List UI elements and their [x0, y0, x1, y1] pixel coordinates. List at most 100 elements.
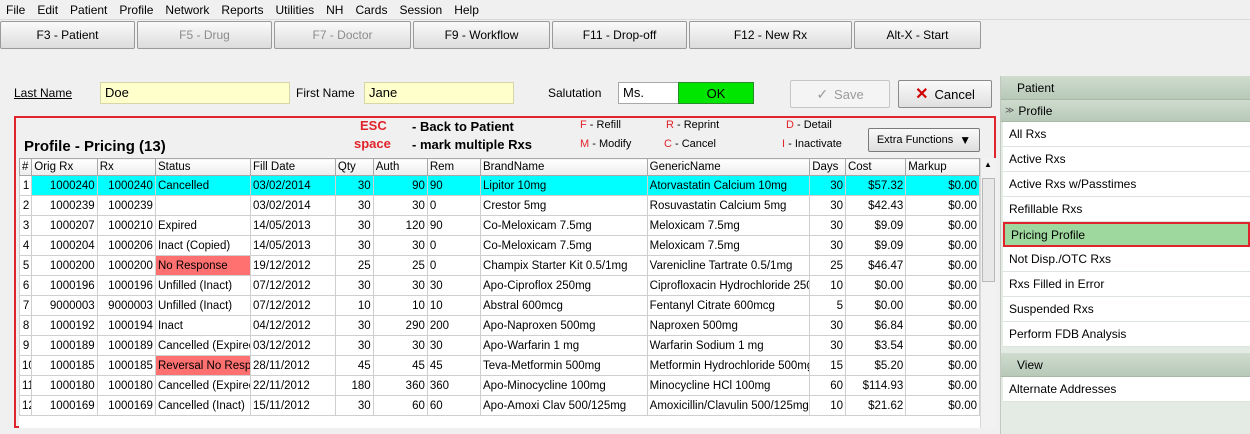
table-cell: 1000189 [96, 335, 156, 356]
menu-reports[interactable]: Reports [221, 3, 263, 17]
sidebar-item-alternate-addresses[interactable]: Alternate Addresses [1003, 377, 1250, 402]
collapse-icon: ≫ [1005, 105, 1015, 115]
col-qty[interactable]: Qty [334, 158, 374, 176]
workflow-button[interactable]: F9 - Workflow [413, 21, 550, 49]
table-cell: 9000003 [96, 295, 156, 316]
cancel-button[interactable]: ✕ Cancel [898, 80, 992, 108]
table-cell: Atorvastatin Calcium 10mg [646, 175, 811, 196]
menu-file[interactable]: File [6, 3, 25, 17]
drug-button[interactable]: F5 - Drug [137, 21, 272, 49]
table-row[interactable]: 9 1000189 1000189 Cancelled (Expired) 03/12/… [19, 335, 980, 356]
col-num[interactable]: # [19, 158, 33, 176]
menu-edit[interactable]: Edit [37, 3, 58, 17]
table-cell: 360 [426, 375, 482, 396]
menu-patient[interactable]: Patient [70, 3, 107, 17]
table-cell: 360 [372, 375, 428, 396]
drop-off-button[interactable]: F11 - Drop-off [552, 21, 687, 49]
last-name-field[interactable]: Doe [100, 82, 290, 104]
sidebar-item-pricing-profile[interactable]: Pricing Profile [1003, 222, 1250, 247]
table-cell: $0.00 [905, 375, 980, 396]
table-row[interactable]: 4 1000204 1000206 Inact (Copied) 14/05/2013 3… [19, 235, 980, 256]
new-rx-button[interactable]: F12 - New Rx [689, 21, 852, 49]
table-cell: $42.43 [844, 195, 907, 216]
table-cell: Expired [154, 215, 252, 236]
sidebar-view-header[interactable]: View [1001, 353, 1250, 377]
table-cell: 2 [19, 195, 33, 216]
extra-functions-button[interactable]: Extra Functions ▼ [868, 128, 980, 152]
table-row[interactable]: 1110001801000180Cancelled (Expired)22/11… [19, 375, 980, 396]
col-rx[interactable]: Rx [96, 158, 156, 176]
header-fields: Last Name Doe First Name Jane Salutation… [14, 81, 706, 105]
save-button[interactable]: ✓ Save [790, 80, 890, 108]
table-row[interactable]: 1010001851000185Reversal No Response28/1… [19, 355, 980, 376]
table-row[interactable]: 8 1000192 1000194 Inact 04/12/2012 30 290 200 Ap… [19, 315, 980, 336]
table-cell: $9.09 [844, 215, 907, 236]
doctor-button[interactable]: F7 - Doctor [274, 21, 411, 49]
table-cell: Ciprofloxacin Hydrochloride 250mg [646, 275, 811, 296]
table-cell: 10 [334, 295, 374, 316]
menu-network[interactable]: Network [165, 3, 209, 17]
scrollbar-thumb[interactable] [982, 178, 995, 282]
table-cell: 180 [334, 375, 374, 396]
table-cell: Unfilled (Inact) [154, 295, 252, 316]
table-cell: Minocycline HCl 100mg [646, 375, 811, 396]
sidebar-item-all-rxs[interactable]: All Rxs [1003, 122, 1250, 147]
table-cell: 1000239 [96, 195, 156, 216]
start-button[interactable]: Alt-X - Start [854, 21, 981, 49]
col-cost[interactable]: Cost [844, 158, 907, 176]
sidebar-item-suspended-rxs[interactable]: Suspended Rxs [1003, 297, 1250, 322]
menu-help[interactable]: Help [454, 3, 479, 17]
table-cell: 30 [809, 335, 846, 356]
patient-button[interactable]: F3 - Patient [0, 21, 135, 49]
col-status[interactable]: Status [154, 158, 252, 176]
table-row[interactable]: 6 1000196 1000196 Unfilled (Inact) 07/12/201… [19, 275, 980, 296]
sidebar-patient-header[interactable]: Patient [1001, 76, 1250, 100]
sidebar-item-active-rxs[interactable]: Active Rxs [1003, 147, 1250, 172]
sidebar-item-filled-in-error[interactable]: Rxs Filled in Error [1003, 272, 1250, 297]
sidebar-item-refillable-rxs[interactable]: Refillable Rxs [1003, 197, 1250, 222]
col-fill-date[interactable]: Fill Date [250, 158, 336, 176]
menu-utilities[interactable]: Utilities [275, 3, 314, 17]
table-cell: 90 [372, 175, 428, 196]
col-auth[interactable]: Auth [372, 158, 428, 176]
ok-button[interactable]: OK [678, 82, 754, 104]
table-row[interactable]: 3 1000207 1000210 Expired 14/05/2013 30 120 90 C… [19, 215, 980, 236]
menu-profile[interactable]: Profile [119, 3, 153, 17]
table-cell: 1000206 [96, 235, 156, 256]
table-cell: 25 [334, 255, 374, 276]
sidebar-item-fdb-analysis[interactable]: Perform FDB Analysis [1003, 322, 1250, 347]
col-orig-rx[interactable]: Orig Rx [31, 158, 98, 176]
sidebar-item-not-disp-otc[interactable]: Not Disp./OTC Rxs [1003, 247, 1250, 272]
table-cell: $0.00 [905, 215, 980, 236]
first-name-field[interactable]: Jane [364, 82, 514, 104]
table-cell: 30 [426, 335, 482, 356]
table-body: 1 1000240 1000240 Cancelled 03/02/2014 30 90 90… [19, 175, 980, 416]
menu-nh[interactable]: NH [326, 3, 343, 17]
col-generic-name[interactable]: GenericName [646, 158, 811, 176]
table-cell: 04/12/2012 [250, 315, 336, 336]
scroll-up-icon[interactable]: ▲ [984, 160, 992, 169]
table-row[interactable]: 2 1000239 1000239 03/02/2014 30 30 0 Crestor 5m… [19, 195, 980, 216]
col-markup[interactable]: Markup [905, 158, 980, 176]
table-row[interactable]: 1210001691000169Cancelled (Inact)15/11/2… [19, 395, 980, 416]
vertical-scrollbar[interactable]: ▲ [980, 158, 996, 428]
table-row[interactable]: 1 1000240 1000240 Cancelled 03/02/2014 30 90 90… [19, 175, 980, 196]
table-cell: 30 [809, 195, 846, 216]
table-cell: 1000185 [96, 355, 156, 376]
table-row[interactable]: 5 1000200 1000200 No Response 19/12/2012 25 25… [19, 255, 980, 276]
sidebar-profile-header[interactable]: ≫ Profile [1001, 100, 1250, 122]
table-row[interactable]: 7 9000003 9000003 Unfilled (Inact) 07/12/201… [19, 295, 980, 316]
save-label: Save [834, 86, 864, 102]
table-cell: 45 [334, 355, 374, 376]
col-rem[interactable]: Rem [426, 158, 482, 176]
col-days[interactable]: Days [809, 158, 846, 176]
menu-session[interactable]: Session [399, 3, 442, 17]
table-cell: Abstral 600mcg [480, 295, 648, 316]
col-brand-name[interactable]: BrandName [480, 158, 648, 176]
table-cell: 5 [19, 255, 33, 276]
profile-header-label: Profile [1018, 103, 1053, 118]
menu-cards[interactable]: Cards [355, 3, 387, 17]
sidebar-item-active-rxs-passtimes[interactable]: Active Rxs w/Passtimes [1003, 172, 1250, 197]
table-cell: $0.00 [905, 255, 980, 276]
table-cell: 10 [372, 295, 428, 316]
